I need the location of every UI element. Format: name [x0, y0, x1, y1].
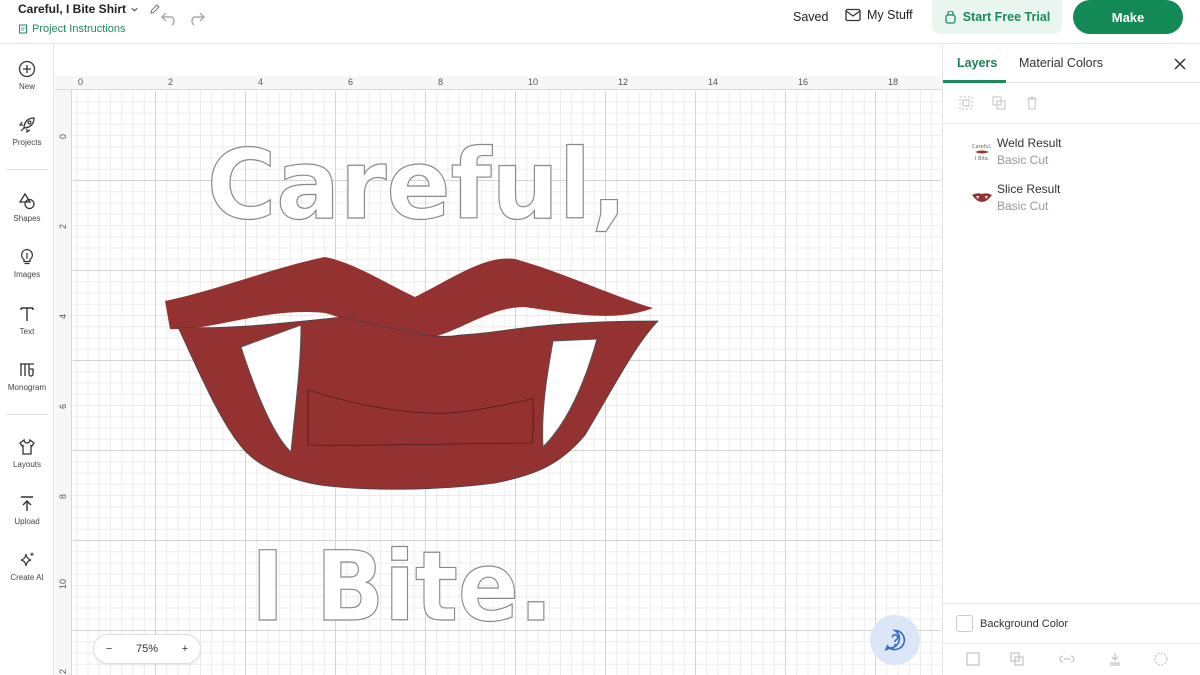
trash-icon[interactable]	[1024, 95, 1040, 111]
combine-icon[interactable]	[1009, 651, 1025, 667]
toolbar-divider	[6, 414, 48, 415]
project-instructions-label[interactable]: Project Instructions	[32, 23, 126, 35]
project-title[interactable]: Careful, I Bite Shirt	[18, 2, 126, 16]
tab-layers[interactable]: Layers	[957, 56, 997, 70]
design-text-careful[interactable]: Careful,	[206, 128, 627, 241]
design-text-i-bite[interactable]: I Bite.	[250, 530, 553, 643]
make-button[interactable]: Make	[1073, 0, 1183, 34]
help-button[interactable]	[870, 615, 920, 665]
tool-shapes[interactable]: Shapes	[0, 182, 54, 232]
project-instructions-link[interactable]: Project Instructions	[18, 23, 126, 35]
contour-icon[interactable]	[1153, 651, 1169, 667]
tool-monogram[interactable]: Monogram	[0, 351, 54, 401]
duplicate-icon[interactable]	[991, 95, 1007, 111]
layer-operation: Basic Cut	[997, 199, 1049, 213]
redo-icon[interactable]	[186, 8, 206, 26]
design-artwork[interactable]: Careful, I Bite.	[55, 45, 941, 675]
sprout-icon	[945, 10, 956, 24]
my-stuff-button[interactable]: My Stuff	[845, 8, 913, 22]
monogram-icon	[20, 362, 34, 377]
toolbar-divider	[6, 169, 48, 170]
panel-bottom-actions	[943, 643, 1200, 675]
start-free-trial-label[interactable]: Start Free Trial	[963, 10, 1051, 24]
shirt-icon	[19, 438, 35, 455]
my-stuff-label[interactable]: My Stuff	[867, 8, 913, 22]
tool-text[interactable]: Text	[0, 295, 54, 345]
tool-monogram-label: Monogram	[7, 382, 47, 392]
background-color-label: Background Color	[980, 617, 1069, 630]
tool-layouts-label: Layouts	[12, 459, 42, 469]
question-chat-icon	[884, 629, 906, 651]
layer-item-weld-result[interactable]: Careful, I Bite. Weld Result Basic Cut	[965, 132, 1195, 172]
layer-name: Slice Result	[997, 182, 1061, 196]
slice-icon[interactable]	[965, 651, 981, 667]
design-canvas[interactable]: 0 2 4 6 8 10 12 14 16 18 0 2 4 6 8 10 12…	[55, 45, 941, 675]
tool-projects-label: Projects	[12, 137, 42, 147]
tool-layouts[interactable]: Layouts	[0, 428, 54, 478]
zoom-control: − 75% +	[93, 634, 201, 664]
saved-status: Saved	[793, 10, 829, 24]
layer-thumbnail	[972, 193, 992, 202]
start-free-trial-button[interactable]: Start Free Trial	[932, 0, 1062, 34]
tool-new[interactable]: New	[0, 50, 54, 100]
layer-item-slice-result[interactable]: Slice Result Basic Cut	[965, 178, 1195, 218]
upload-icon	[21, 495, 33, 511]
layer-actions	[943, 84, 1200, 124]
zoom-out-button[interactable]: −	[106, 643, 112, 655]
tool-upload-label: Upload	[14, 516, 40, 526]
layers-panel: Layers Material Colors Careful, I Bite. W…	[942, 45, 1200, 675]
document-icon	[19, 24, 27, 34]
project-title-group[interactable]: Careful, I Bite Shirt	[18, 2, 161, 16]
envelope-tray-icon	[845, 8, 861, 22]
tool-images[interactable]: Images	[0, 238, 54, 288]
chevron-down-icon[interactable]	[130, 5, 139, 14]
tool-create-ai[interactable]: Create AI	[0, 541, 54, 591]
lightbulb-icon	[21, 248, 33, 264]
text-icon	[20, 306, 34, 321]
active-tab-indicator	[943, 80, 1006, 83]
thumbnail-text-i-bite: I Bite.	[975, 156, 990, 162]
thumbnail-text-careful: Careful,	[972, 144, 992, 150]
flatten-icon[interactable]	[1107, 651, 1123, 667]
tool-projects[interactable]: Projects	[0, 106, 54, 156]
tool-upload[interactable]: Upload	[0, 485, 54, 535]
tool-images-label: Images	[13, 269, 41, 279]
panel-tabs: Layers Material Colors	[943, 45, 1200, 83]
rocket-icon	[18, 116, 35, 133]
tab-material-colors[interactable]: Material Colors	[1019, 56, 1103, 70]
layer-operation: Basic Cut	[997, 153, 1049, 167]
sparkle-icon	[20, 552, 34, 566]
tool-new-label: New	[18, 81, 35, 91]
undo-icon[interactable]	[160, 8, 180, 26]
zoom-in-button[interactable]: +	[182, 643, 188, 655]
layer-name: Weld Result	[997, 136, 1062, 150]
tool-shapes-label: Shapes	[13, 213, 41, 223]
tool-create-ai-label: Create AI	[10, 572, 44, 582]
tool-text-label: Text	[19, 326, 35, 336]
top-header: Careful, I Bite Shirt Project Instructio…	[0, 0, 1200, 44]
zoom-level: 75%	[135, 643, 158, 655]
plus-circle-icon	[18, 60, 36, 77]
shapes-icon	[18, 192, 35, 209]
background-color-checkbox[interactable]	[956, 615, 973, 632]
group-icon[interactable]	[958, 95, 974, 111]
left-toolbar: New Projects Shapes Images Text Monogram…	[0, 45, 54, 675]
background-color-row: Background Color	[943, 603, 1200, 643]
layer-thumbnail: Careful, I Bite.	[972, 144, 992, 162]
attach-icon[interactable]	[1059, 651, 1075, 667]
close-icon[interactable]	[1173, 57, 1187, 71]
